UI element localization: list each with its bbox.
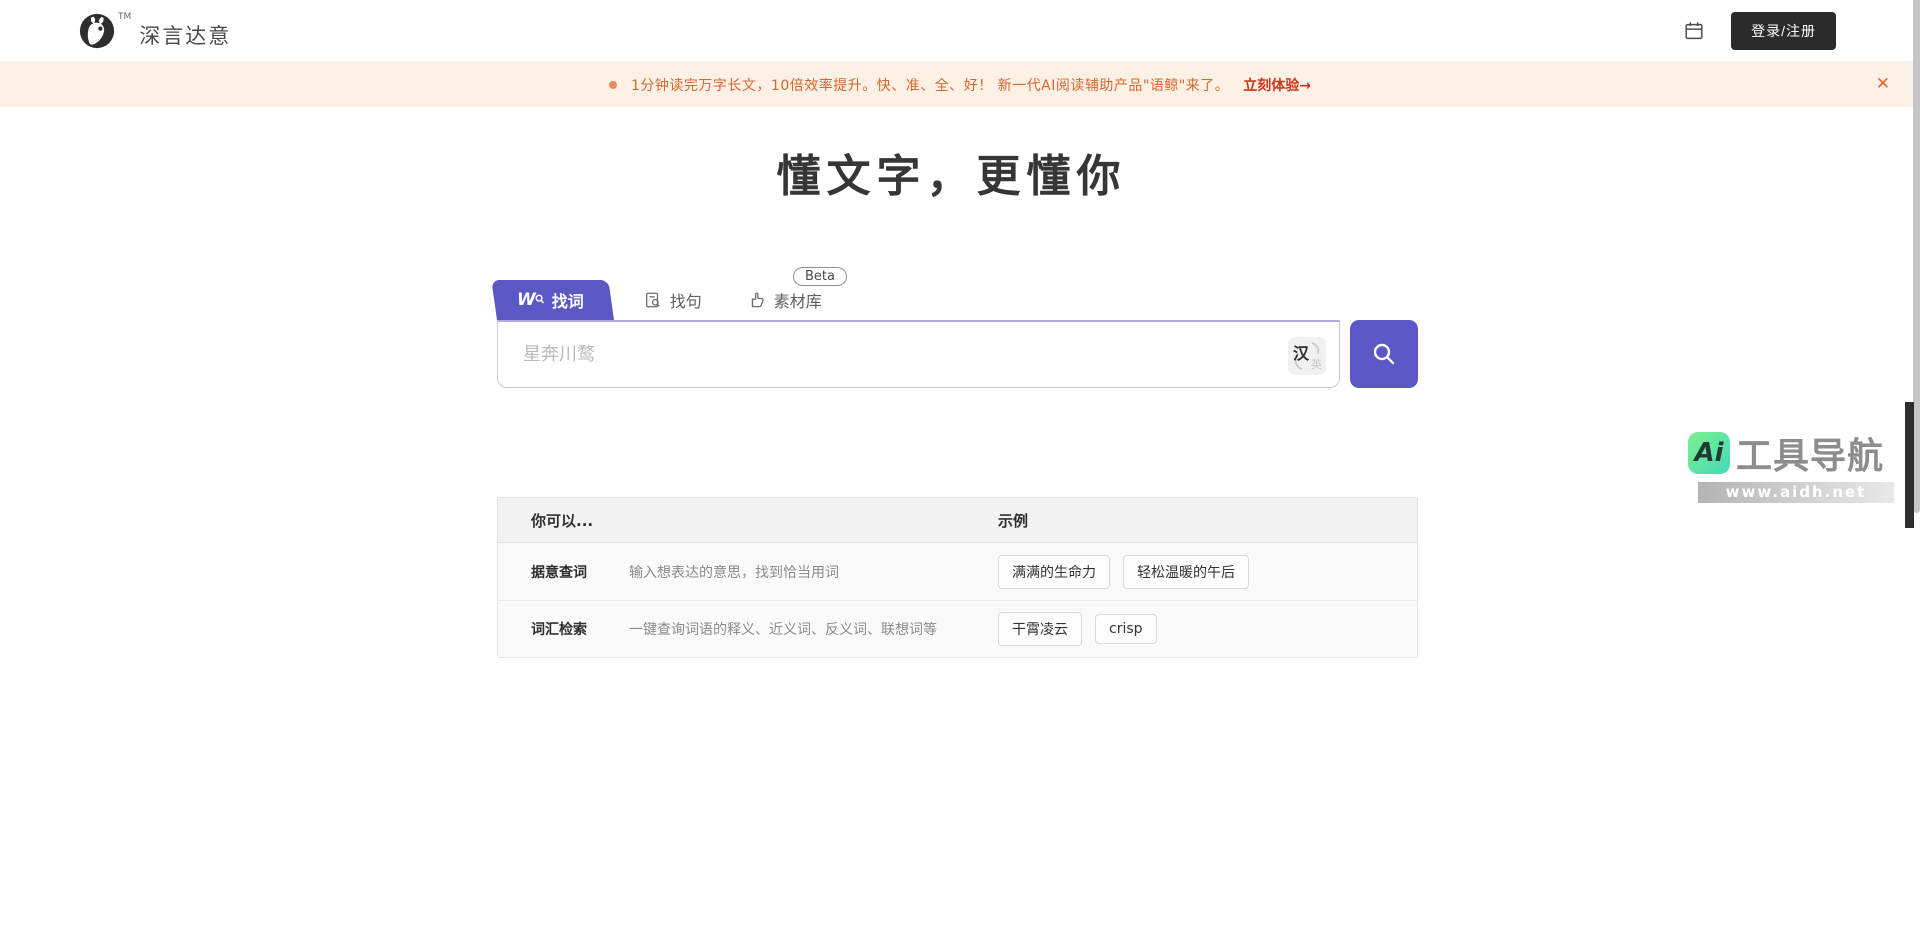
- table-header-examples: 示例: [998, 510, 1028, 531]
- search-input-wrap: 汉 英: [497, 320, 1340, 388]
- example-button[interactable]: crisp: [1095, 614, 1157, 644]
- brand-tm: TM: [118, 12, 131, 22]
- watermark-url: www.aidh.net: [1698, 482, 1894, 503]
- banner-close-icon[interactable]: ✕: [1876, 73, 1890, 95]
- beta-badge: Beta: [793, 267, 847, 286]
- lang-primary-label: 汉: [1293, 340, 1309, 364]
- brand-logo-icon: [78, 12, 116, 50]
- watermark-ai-icon: Ai: [1688, 432, 1730, 474]
- word-search-icon: W: [517, 290, 544, 310]
- example-button[interactable]: 干霄凌云: [998, 612, 1082, 646]
- brand[interactable]: TM 深言达意: [78, 12, 231, 50]
- page: TM 深言达意 登录/注册 1分钟读完万字长文，10倍效率提升。快、准、全、好！…: [0, 0, 1920, 929]
- header: TM 深言达意 登录/注册: [0, 0, 1920, 62]
- library-icon: [748, 291, 766, 309]
- search-input[interactable]: [498, 322, 1339, 387]
- feature-description: 一键查询词语的释义、近义词、反义词、联想词等: [629, 619, 937, 639]
- calendar-icon[interactable]: [1683, 20, 1705, 42]
- notification-banner: 1分钟读完万字长文，10倍效率提升。快、准、全、好！ 新一代AI阅读辅助产品"语…: [0, 62, 1920, 107]
- table-header-capabilities: 你可以...: [531, 510, 593, 531]
- tab-find-sentence[interactable]: 找句: [628, 280, 718, 320]
- table-header-row: 你可以... 示例: [498, 498, 1417, 543]
- header-right: 登录/注册: [1683, 12, 1836, 50]
- example-button[interactable]: 满满的生命力: [998, 555, 1110, 589]
- language-toggle-button[interactable]: 汉 英: [1288, 337, 1326, 375]
- search-section: W 找词 找句 素材库 Beta: [497, 268, 1418, 388]
- banner-text: 1分钟读完万字长文，10倍效率提升。快、准、全、好！ 新一代AI阅读辅助产品"语…: [631, 75, 1229, 95]
- tab-label: 找词: [552, 288, 584, 312]
- side-panel-handle[interactable]: [1905, 402, 1914, 528]
- tab-label: 素材库: [774, 288, 822, 312]
- table-row: 据意查词 输入想表达的意思，找到恰当用词 满满的生命力 轻松温暖的午后: [498, 543, 1417, 600]
- scrollbar-thumb[interactable]: [1913, 0, 1920, 513]
- watermark-top: Ai 工具导航: [1688, 427, 1898, 479]
- tab-find-word[interactable]: W 找词: [497, 280, 614, 320]
- search-row: 汉 英: [497, 320, 1418, 388]
- feature-name: 据意查词: [531, 562, 629, 582]
- page-title: 懂文字，更懂你: [0, 140, 1903, 204]
- search-icon: [1370, 340, 1398, 368]
- examples-table: 你可以... 示例 据意查词 输入想表达的意思，找到恰当用词 满满的生命力 轻松…: [497, 497, 1418, 658]
- tab-material-library[interactable]: 素材库: [732, 280, 838, 320]
- lang-secondary-label: 英: [1311, 356, 1322, 372]
- example-button[interactable]: 轻松温暖的午后: [1123, 555, 1249, 589]
- feature-description: 输入想表达的意思，找到恰当用词: [629, 562, 839, 582]
- watermark-title: 工具导航: [1736, 427, 1884, 479]
- login-register-button[interactable]: 登录/注册: [1731, 12, 1836, 50]
- watermark: Ai 工具导航 www.aidh.net: [1688, 427, 1898, 503]
- brand-name: 深言达意: [139, 20, 231, 50]
- banner-cta-link[interactable]: 立刻体验→: [1243, 75, 1311, 95]
- banner-dot-icon: [609, 81, 617, 89]
- tab-label: 找句: [670, 288, 702, 312]
- table-row: 词汇检索 一键查询词语的释义、近义词、反义词、联想词等 干霄凌云 crisp: [498, 600, 1417, 657]
- sentence-search-icon: [644, 291, 662, 309]
- feature-name: 词汇检索: [531, 619, 629, 639]
- search-button[interactable]: [1350, 320, 1418, 388]
- tabs: W 找词 找句 素材库 Beta: [497, 268, 1418, 320]
